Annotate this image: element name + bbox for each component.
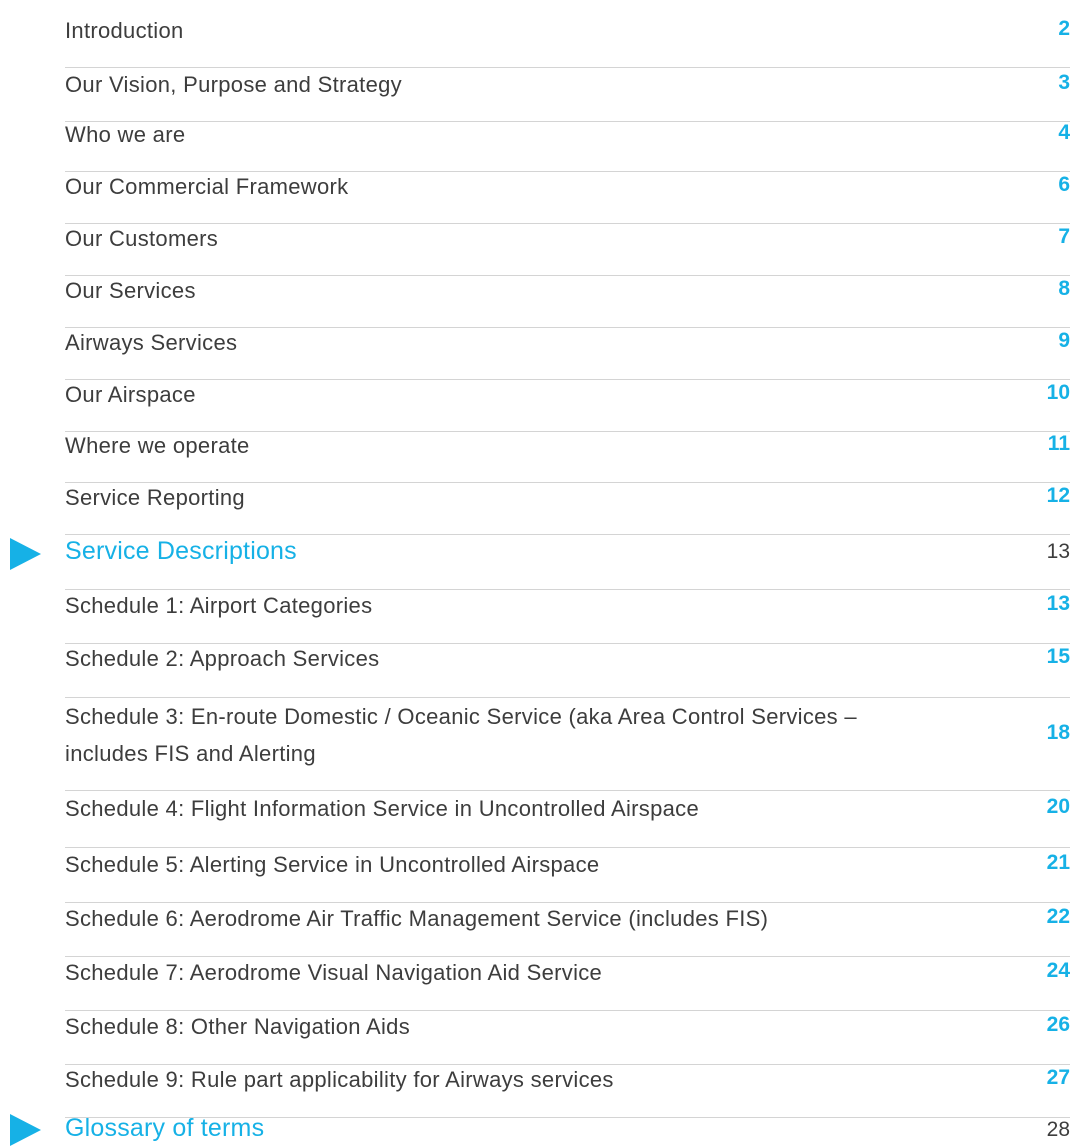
toc-section-title: Glossary of terms [65,1114,265,1142]
toc-entry-page: 12 [1046,484,1070,507]
toc-entry-page: 4 [1058,121,1070,144]
toc-entry-page: 3 [1058,71,1070,94]
toc-entry-title: Schedule 7: Aerodrome Visual Navigation … [65,960,603,985]
toc-entry-title: Schedule 4: Flight Information Service i… [65,796,699,821]
divider [65,790,1070,791]
toc-entry-title: Schedule 2: Approach Services [65,646,380,671]
toc-entry-title: Our Vision, Purpose and Strategy [65,72,402,97]
divider [65,121,1070,122]
toc-entry-page: 8 [1058,277,1070,300]
toc-entry-title: Our Customers [65,226,219,251]
toc-entry-page: 26 [1046,1013,1070,1036]
toc-entry-page: 24 [1046,959,1070,982]
toc-section-page: 28 [1046,1118,1070,1141]
toc-entry-title: Our Services [65,278,196,303]
toc-entry-page: 15 [1046,645,1070,668]
toc-entry-page: 22 [1046,905,1070,928]
toc-entry-title: Our Commercial Framework [65,174,349,199]
toc-entry-page: 9 [1058,329,1070,352]
toc-section-page: 13 [1046,540,1070,563]
toc-entry-title: Schedule 3: En-route Domestic / Oceanic … [65,704,857,766]
toc-entry-title: Schedule 9: Rule part applicability for … [65,1067,614,1092]
divider [65,379,1070,380]
toc-entry-page: 11 [1047,432,1070,455]
toc-entry-title: Schedule 1: Airport Categories [65,593,373,618]
toc-entry-title: Where we operate [65,433,250,458]
toc-entry-page: 21 [1046,851,1070,874]
toc-entry-title: Our Airspace [65,382,196,407]
toc-entry-page: 27 [1046,1066,1070,1089]
toc-entry-title: Introduction [65,18,184,43]
toc-entry-title: Schedule 5: Alerting Service in Uncontro… [65,852,600,877]
toc-entry-page: 20 [1046,795,1070,818]
toc-entry-title: Who we are [65,122,186,147]
toc-entry-title: Service Reporting [65,485,245,510]
toc-entry-page: 18 [1046,721,1070,744]
toc-entry-page: 13 [1046,592,1070,615]
toc-entry-page: 2 [1058,17,1070,40]
toc-entry-page: 7 [1058,225,1070,248]
toc-section-title: Service Descriptions [65,537,297,565]
toc-entry-title: Schedule 8: Other Navigation Aids [65,1014,410,1039]
toc-entry-page: 10 [1046,381,1070,404]
toc-entry-title: Schedule 6: Aerodrome Air Traffic Manage… [65,906,769,931]
divider [65,275,1070,276]
arrow-right-icon [10,538,41,570]
toc-entry-title: Airways Services [65,330,238,355]
arrow-right-icon [10,1114,41,1146]
toc-entry-page: 6 [1058,173,1070,196]
